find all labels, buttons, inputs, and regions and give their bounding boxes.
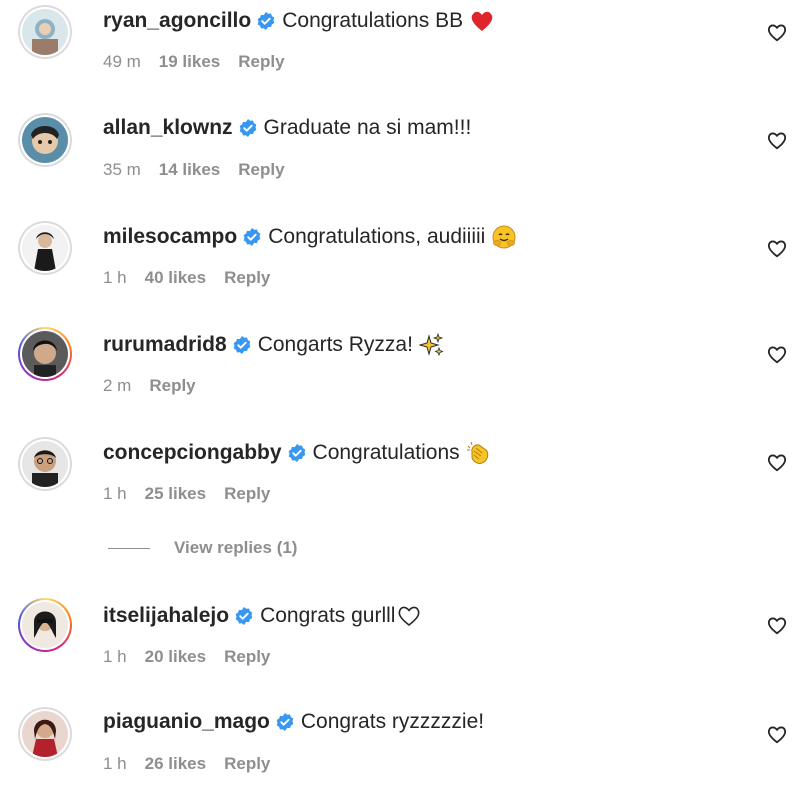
comment-line: allan_klownz Graduate na si mam!!! (103, 116, 471, 140)
verified-badge-icon (288, 444, 305, 462)
comment-line: milesocampo Congratulations, audiiiii (103, 224, 517, 250)
comment-meta: 49 m 19 likes Reply (103, 52, 285, 72)
comment-time: 1 h (103, 647, 127, 666)
comment-item: allan_klownz Graduate na si mam!!! 35 m … (0, 108, 800, 198)
comment-text: Graduate na si mam!!! (263, 116, 472, 139)
comment-likes[interactable]: 14 likes (159, 160, 220, 180)
reply-button[interactable]: Reply (149, 376, 195, 396)
verified-badge-icon (235, 607, 253, 625)
comment-meta: 1 h 40 likes Reply (103, 268, 270, 288)
comment-text: Congratulations BB (282, 9, 464, 32)
comment-line: piaguanio_mago Congrats ryzzzzzie! (103, 710, 484, 734)
verified-badge-icon (243, 228, 261, 246)
comment-text: Congratulations, audiiiii (268, 225, 486, 248)
reply-button[interactable]: Reply (224, 484, 270, 504)
heart-outline-icon[interactable] (766, 129, 788, 151)
avatar[interactable] (18, 113, 72, 167)
reply-button[interactable]: Reply (224, 268, 270, 288)
comment-meta: 2 m Reply (103, 376, 196, 396)
heart-outline-icon[interactable] (766, 723, 788, 745)
comment-item: concepciongabby Congratulations 1 h 25 l… (0, 432, 800, 522)
view-replies-button[interactable]: View replies (1) (108, 538, 297, 558)
comment-item: milesocampo Congratulations, audiiiii 1 … (0, 216, 800, 306)
comment-meta: 1 h 20 likes Reply (103, 647, 270, 667)
comment-username[interactable]: milesocampo (103, 225, 237, 249)
view-replies-label: View replies (1) (174, 538, 298, 557)
comment-item: ryan_agoncillo Congratulations BB 49 m 1… (0, 0, 800, 90)
comment-username[interactable]: concepciongabby (103, 441, 282, 465)
comment-likes[interactable]: 40 likes (145, 268, 206, 288)
avatar[interactable] (18, 221, 72, 275)
comment-text: Congrats gurlll (260, 604, 396, 627)
comment-likes[interactable]: 25 likes (145, 484, 206, 504)
comment-username[interactable]: itselijahalejo (103, 604, 229, 628)
comment-meta: 1 h 25 likes Reply (103, 484, 270, 504)
comment-meta: 35 m 14 likes Reply (103, 160, 285, 180)
comment-line: rurumadrid8 Congarts Ryzza! (103, 332, 445, 358)
comment-line: ryan_agoncillo Congratulations BB (103, 8, 495, 34)
clapping-hands-icon (466, 441, 488, 464)
comment-line: concepciongabby Congratulations (103, 440, 492, 466)
comment-item: piaguanio_mago Congrats ryzzzzzie! 1 h 2… (0, 702, 800, 792)
verified-badge-icon (233, 336, 251, 354)
reply-button[interactable]: Reply (224, 647, 270, 667)
heart-outline-icon[interactable] (766, 614, 788, 636)
hugging-face-icon (492, 225, 516, 249)
comment-text: Congratulations (312, 441, 460, 464)
comment-username[interactable]: ryan_agoncillo (103, 9, 251, 33)
sparkles-icon (418, 332, 444, 357)
comment-time: 2 m (103, 376, 132, 395)
red-heart-icon (471, 11, 493, 31)
comment-likes[interactable]: 26 likes (145, 754, 206, 774)
avatar[interactable] (18, 598, 72, 652)
avatar[interactable] (18, 707, 72, 761)
avatar[interactable] (18, 437, 72, 491)
reply-button[interactable]: Reply (238, 160, 284, 180)
comment-username[interactable]: allan_klownz (103, 116, 233, 140)
verified-badge-icon (276, 713, 294, 731)
comment-time: 1 h (103, 268, 127, 287)
verified-badge-icon (257, 12, 275, 30)
comment-time: 1 h (103, 754, 127, 773)
comment-username[interactable]: rurumadrid8 (103, 333, 227, 357)
reply-button[interactable]: Reply (238, 52, 284, 72)
heart-outline-icon[interactable] (766, 451, 788, 473)
reply-button[interactable]: Reply (224, 754, 270, 774)
comment-time: 35 m (103, 160, 141, 179)
verified-badge-icon (239, 119, 256, 137)
avatar[interactable] (18, 5, 72, 59)
heart-outline-icon[interactable] (766, 21, 788, 43)
comment-text: Congarts Ryzza! (257, 333, 413, 356)
heart-outline-icon[interactable] (766, 237, 788, 259)
view-replies-divider (108, 547, 150, 549)
comment-time: 1 h (103, 484, 127, 503)
comment-likes[interactable]: 19 likes (159, 52, 220, 72)
comment-item: rurumadrid8 Congarts Ryzza! 2 m Reply (0, 324, 800, 414)
comment-time: 49 m (103, 52, 141, 71)
comment-likes[interactable]: 20 likes (145, 647, 206, 667)
comment-text: Congrats ryzzzzzie! (300, 710, 485, 733)
heart-outline-icon[interactable] (766, 343, 788, 365)
avatar[interactable] (18, 327, 72, 381)
comment-meta: 1 h 26 likes Reply (103, 754, 270, 774)
comment-username[interactable]: piaguanio_mago (103, 710, 270, 734)
white-heart-icon (398, 606, 420, 626)
comment-item: itselijahalejo Congrats gurlll 1 h 20 li… (0, 595, 800, 685)
comment-line: itselijahalejo Congrats gurlll (103, 603, 422, 629)
